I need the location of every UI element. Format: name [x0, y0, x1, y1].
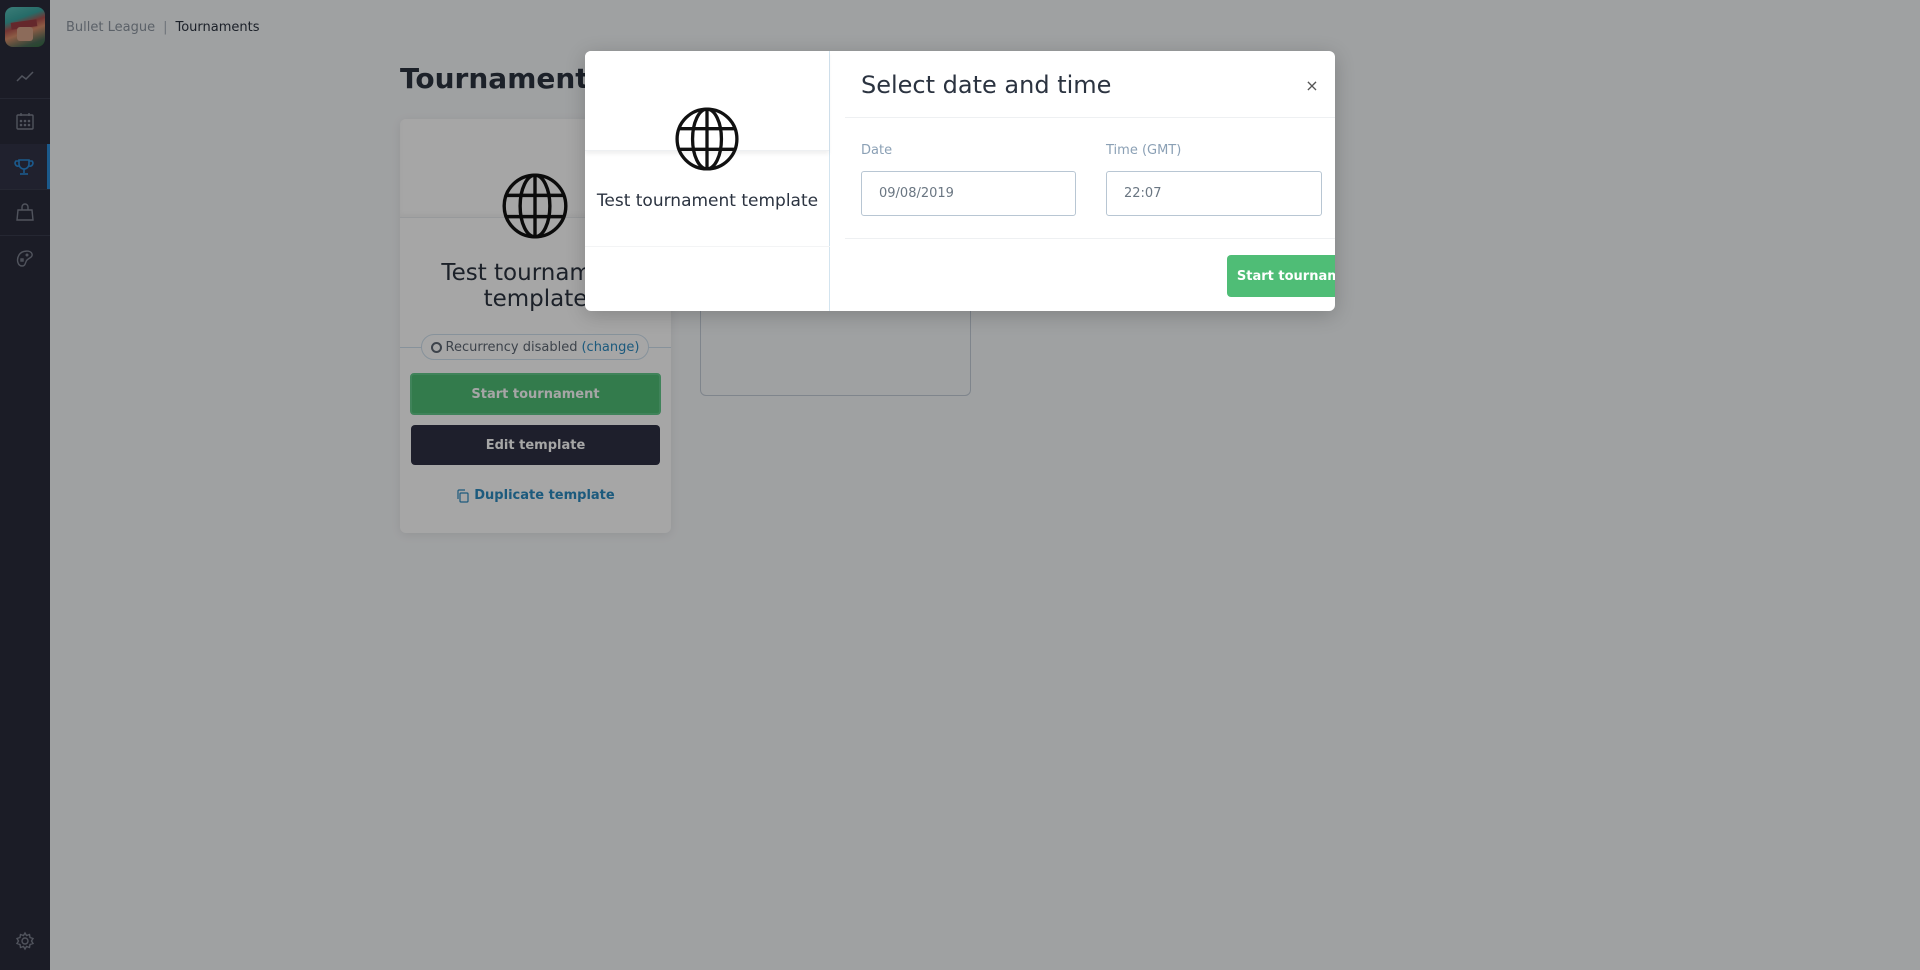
globe-icon: [675, 107, 739, 171]
modal-title: Select date and time: [861, 71, 1112, 99]
time-label: Time (GMT): [1106, 143, 1182, 158]
modal-form: Select date and time × Date Time (GMT) S…: [831, 51, 1335, 311]
modal-divider: [845, 238, 1335, 239]
close-icon[interactable]: ×: [1301, 75, 1323, 97]
select-date-time-modal: Test tournament template Select date and…: [585, 51, 1335, 311]
preview-divider: [585, 246, 830, 247]
modal-divider: [845, 117, 1335, 118]
start-tournament-submit-button[interactable]: Start tournament: [1227, 255, 1335, 297]
date-label: Date: [861, 143, 893, 158]
date-input[interactable]: [861, 171, 1076, 216]
modal-template-preview: Test tournament template: [585, 51, 830, 311]
time-input[interactable]: [1106, 171, 1322, 216]
preview-template-name: Test tournament template: [596, 191, 819, 211]
